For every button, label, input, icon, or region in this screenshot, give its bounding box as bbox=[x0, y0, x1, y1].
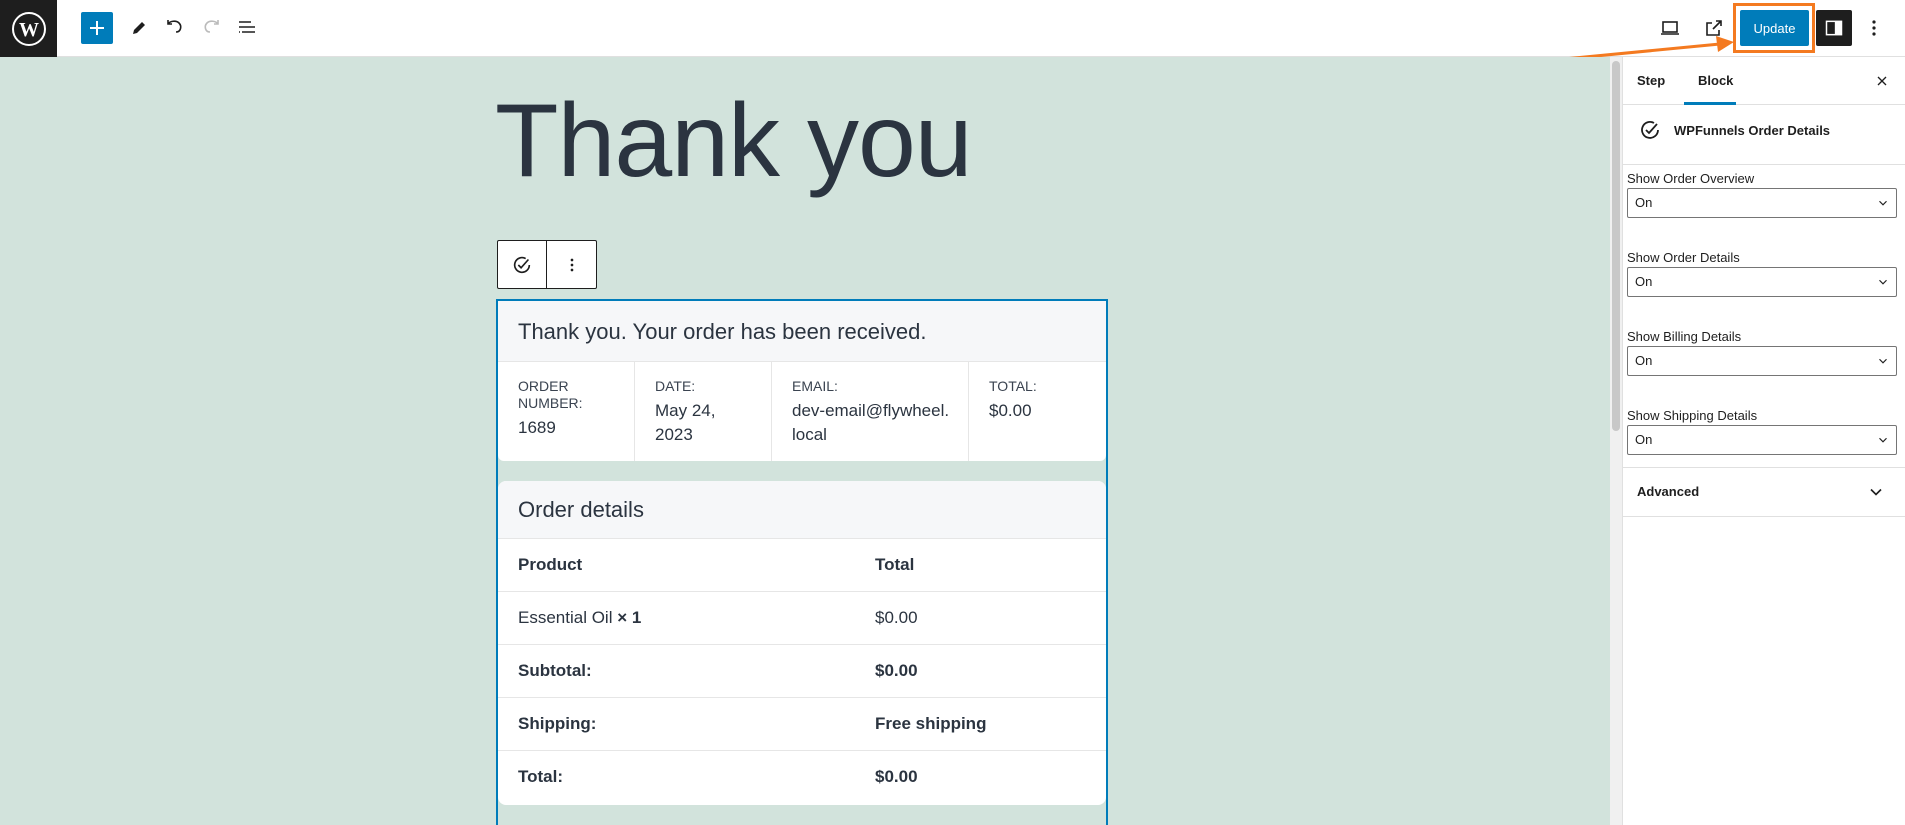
block-type-button[interactable] bbox=[498, 241, 547, 288]
order-details-table: Order details Product Total Essential Oi… bbox=[498, 481, 1106, 805]
overview-date: DATE: May 24, 2023 bbox=[635, 362, 772, 461]
overview-label: ORDER NUMBER: bbox=[518, 378, 583, 411]
block-toolbar bbox=[497, 240, 597, 289]
show-shipping-details-select[interactable]: On bbox=[1627, 425, 1897, 455]
total-header: Total bbox=[875, 555, 915, 574]
select-value: On bbox=[1635, 353, 1653, 368]
table-row: Subtotal: $0.00 bbox=[498, 645, 1106, 698]
table-row: Essential Oil × 1 $0.00 bbox=[498, 592, 1106, 645]
more-options-icon bbox=[1872, 20, 1876, 36]
check-circle-icon bbox=[1641, 121, 1659, 139]
close-icon bbox=[1877, 76, 1887, 86]
list-view-button[interactable] bbox=[231, 12, 263, 44]
show-order-overview-field: Show Order Overview On bbox=[1627, 171, 1897, 218]
row-label: Subtotal: bbox=[518, 661, 592, 680]
scroll-thumb[interactable] bbox=[1612, 61, 1620, 431]
select-value: On bbox=[1635, 274, 1653, 289]
overview-value: dev-email@flywheel.local bbox=[792, 401, 950, 444]
redo-icon bbox=[204, 20, 219, 33]
pencil-icon bbox=[133, 22, 145, 34]
order-details-block[interactable]: Thank you. Your order has been received.… bbox=[496, 299, 1108, 825]
tab-block[interactable]: Block bbox=[1698, 73, 1733, 88]
overview-value: 1689 bbox=[518, 418, 556, 437]
show-billing-details-field: Show Billing Details On bbox=[1627, 329, 1897, 376]
chevron-down-icon bbox=[1870, 488, 1882, 496]
canvas-scrollbar[interactable] bbox=[1610, 57, 1622, 825]
select-value: On bbox=[1635, 195, 1653, 210]
redo-button[interactable] bbox=[195, 12, 227, 44]
product-total: $0.00 bbox=[875, 608, 918, 627]
field-label: Show Shipping Details bbox=[1627, 408, 1758, 423]
chevron-down-icon bbox=[1879, 279, 1887, 285]
order-overview: ORDER NUMBER: 1689 DATE: May 24, 2023 EM… bbox=[498, 362, 1106, 461]
list-view-icon bbox=[239, 21, 255, 33]
show-order-details-field: Show Order Details On bbox=[1627, 250, 1897, 297]
close-sidebar-button[interactable] bbox=[1868, 67, 1896, 95]
sidebar-tabs: Step Block bbox=[1623, 57, 1905, 105]
overview-value: May 24, 2023 bbox=[655, 401, 716, 444]
order-received-message: Thank you. Your order has been received. bbox=[498, 301, 1106, 362]
sidebar-toggle-icon bbox=[1825, 20, 1843, 36]
show-shipping-details-field: Show Shipping Details On bbox=[1627, 408, 1897, 455]
field-label: Show Order Details bbox=[1627, 250, 1740, 265]
table-header-row: Product Total bbox=[498, 539, 1106, 592]
table-row: Total: $0.00 bbox=[498, 751, 1106, 804]
page-heading[interactable]: Thank you bbox=[495, 74, 973, 209]
row-value: $0.00 bbox=[875, 661, 918, 680]
select-value: On bbox=[1635, 432, 1653, 447]
row-label: Total: bbox=[518, 767, 564, 786]
undo-button[interactable] bbox=[159, 12, 191, 44]
chevron-down-icon bbox=[1879, 437, 1887, 443]
product-name: Essential Oil bbox=[518, 608, 613, 627]
overview-label: TOTAL: bbox=[989, 378, 1037, 394]
show-billing-details-select[interactable]: On bbox=[1627, 346, 1897, 376]
tab-step[interactable]: Step bbox=[1637, 73, 1665, 88]
table-row: Shipping: Free shipping bbox=[498, 698, 1106, 751]
show-order-overview-select[interactable]: On bbox=[1627, 188, 1897, 218]
overview-label: DATE: bbox=[655, 378, 696, 394]
product-header: Product bbox=[518, 555, 583, 574]
overview-email: EMAIL: dev-email@flywheel.local bbox=[772, 362, 969, 461]
check-circle-icon bbox=[513, 256, 531, 273]
row-value: $0.00 bbox=[875, 767, 918, 786]
advanced-panel-toggle[interactable]: Advanced bbox=[1623, 467, 1905, 517]
settings-toggle-button[interactable] bbox=[1816, 10, 1852, 46]
product-cell: Essential Oil × 1 bbox=[518, 608, 641, 628]
field-label: Show Order Overview bbox=[1627, 171, 1755, 186]
block-title: WPFunnels Order Details bbox=[1674, 123, 1831, 138]
row-value: Free shipping bbox=[875, 714, 987, 733]
overview-label: EMAIL: bbox=[792, 378, 838, 394]
field-label: Show Billing Details bbox=[1627, 329, 1742, 344]
block-card: WPFunnels Order Details bbox=[1623, 105, 1905, 165]
undo-icon bbox=[167, 20, 182, 33]
overview-value: $0.00 bbox=[989, 401, 1032, 420]
product-quantity: × 1 bbox=[617, 608, 642, 627]
overview-order-number: ORDER NUMBER: 1689 bbox=[498, 362, 635, 461]
add-block-button[interactable] bbox=[81, 12, 113, 44]
advanced-label: Advanced bbox=[1637, 484, 1700, 499]
wordpress-logo-icon[interactable]: W bbox=[0, 0, 57, 57]
block-options-button[interactable] bbox=[547, 241, 596, 288]
order-details-title: Order details bbox=[498, 481, 1106, 539]
svg-text:W: W bbox=[19, 19, 39, 41]
chevron-down-icon bbox=[1879, 358, 1887, 364]
options-button[interactable] bbox=[1858, 12, 1890, 44]
plus-icon bbox=[90, 21, 104, 35]
show-order-details-select[interactable]: On bbox=[1627, 267, 1897, 297]
tools-button[interactable] bbox=[123, 12, 155, 44]
settings-sidebar: Step Block WPFunnels Order Details Show … bbox=[1623, 57, 1905, 825]
overview-total: TOTAL: $0.00 bbox=[969, 362, 1106, 461]
chevron-down-icon bbox=[1879, 200, 1887, 206]
row-label: Shipping: bbox=[518, 714, 597, 733]
update-button[interactable]: Update bbox=[1740, 10, 1809, 46]
more-options-icon bbox=[570, 258, 573, 271]
